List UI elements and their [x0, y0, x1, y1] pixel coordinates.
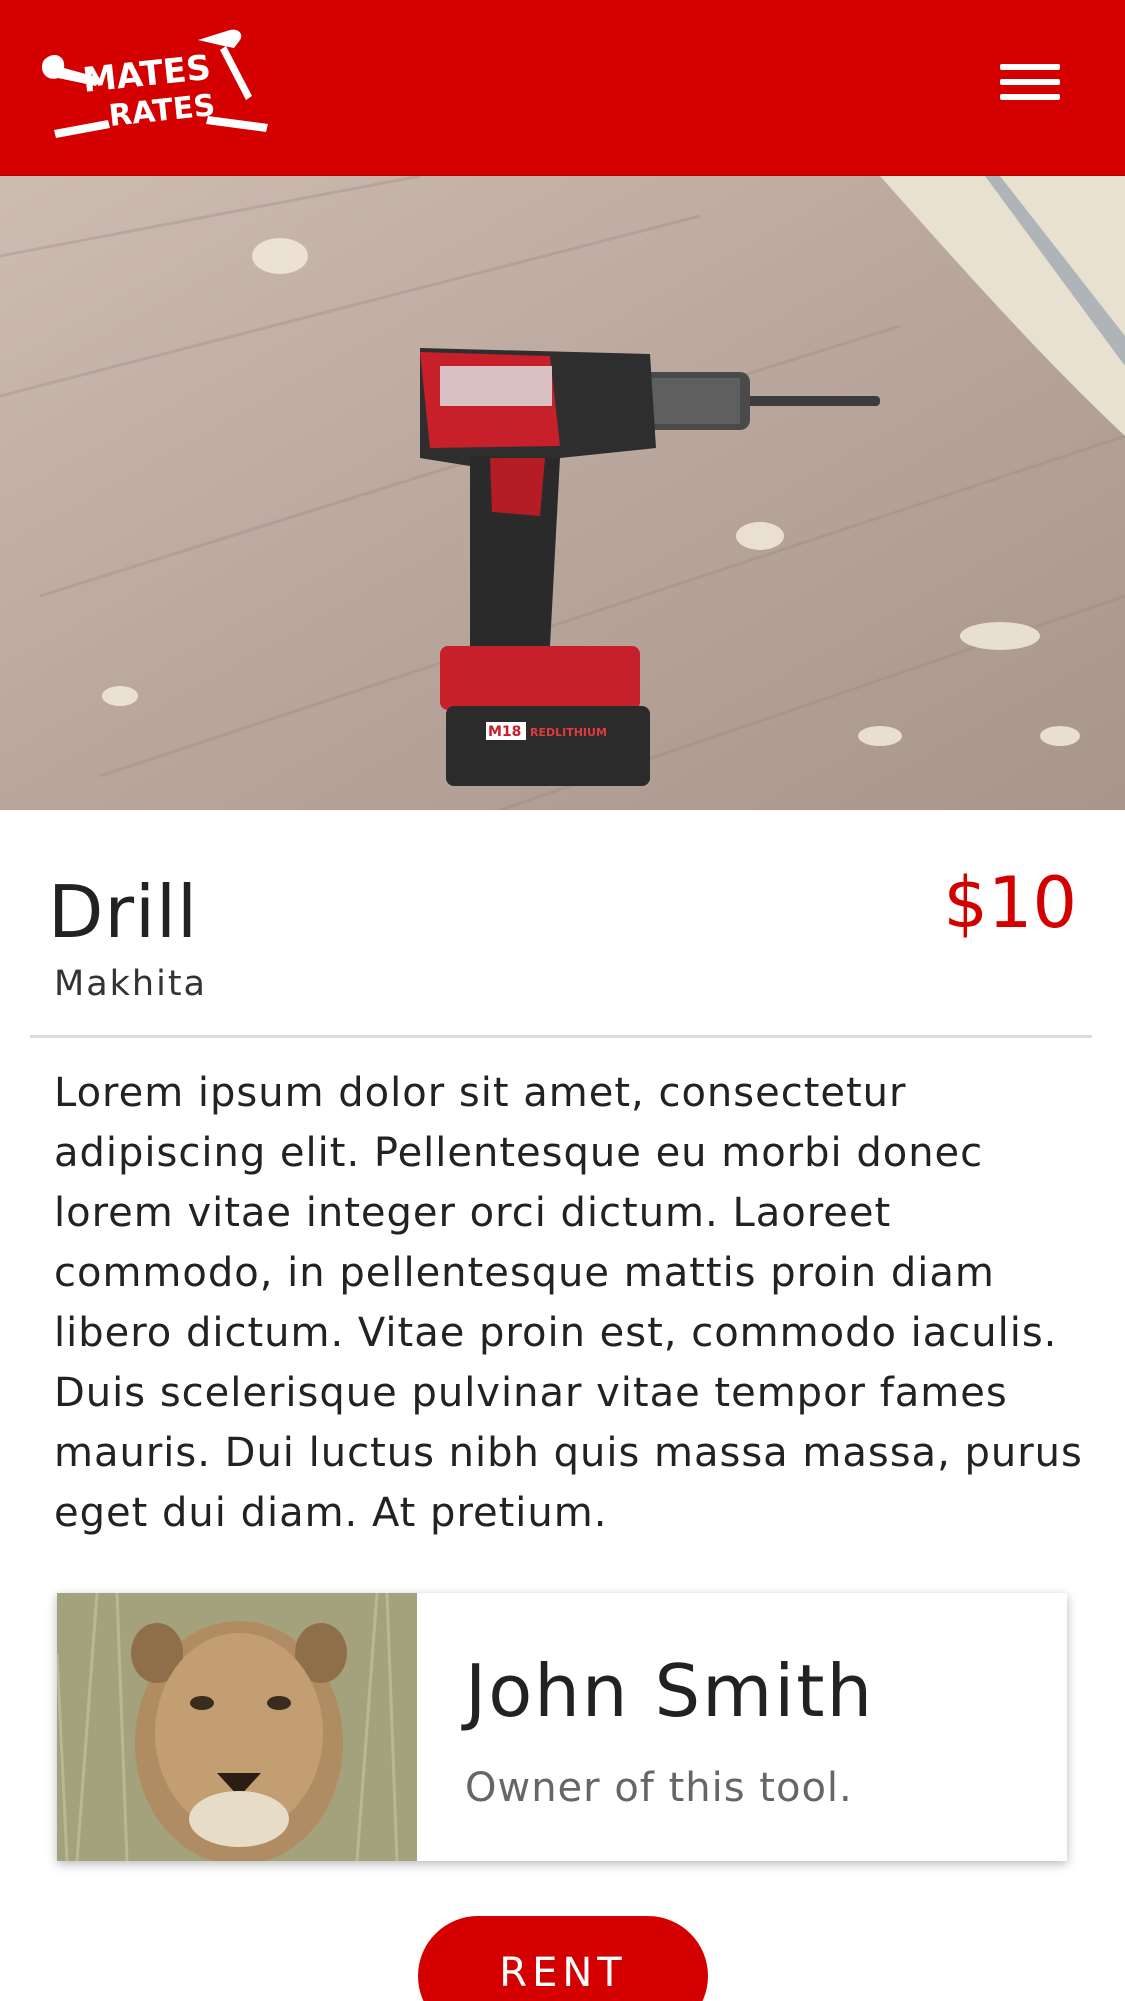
- tool-description: Lorem ipsum dolor sit amet, consectetur …: [54, 1070, 1083, 1536]
- menu-bar: [1000, 94, 1060, 100]
- svg-text:M18: M18: [488, 724, 521, 740]
- owner-avatar: [57, 1593, 417, 1861]
- owner-card[interactable]: John Smith Owner of this tool.: [57, 1593, 1067, 1861]
- svg-text:REDLITHIUM: REDLITHIUM: [530, 726, 607, 739]
- lion-avatar-icon: [57, 1593, 417, 1861]
- menu-bar: [1000, 79, 1060, 85]
- app-header: MATES RATES: [0, 0, 1125, 176]
- rent-button[interactable]: RENT: [418, 1916, 708, 2001]
- tool-price: $10: [943, 862, 1077, 944]
- menu-bar: [1000, 64, 1060, 70]
- owner-role: Owner of this tool.: [465, 1765, 853, 1811]
- owner-name: John Smith: [465, 1649, 875, 1733]
- logo-graphic: MATES RATES: [41, 29, 268, 138]
- tool-name: Drill: [48, 870, 199, 954]
- section-divider: [30, 1035, 1092, 1038]
- hamburger-menu-icon[interactable]: [1000, 64, 1060, 112]
- tool-title-section: Drill Makhita $10: [0, 810, 1125, 1036]
- tool-brand: Makhita: [54, 964, 207, 1004]
- drill-image: M18 REDLITHIUM: [0, 176, 1125, 810]
- mates-rates-logo[interactable]: MATES RATES: [38, 26, 278, 144]
- tool-photo: M18 REDLITHIUM: [0, 176, 1125, 810]
